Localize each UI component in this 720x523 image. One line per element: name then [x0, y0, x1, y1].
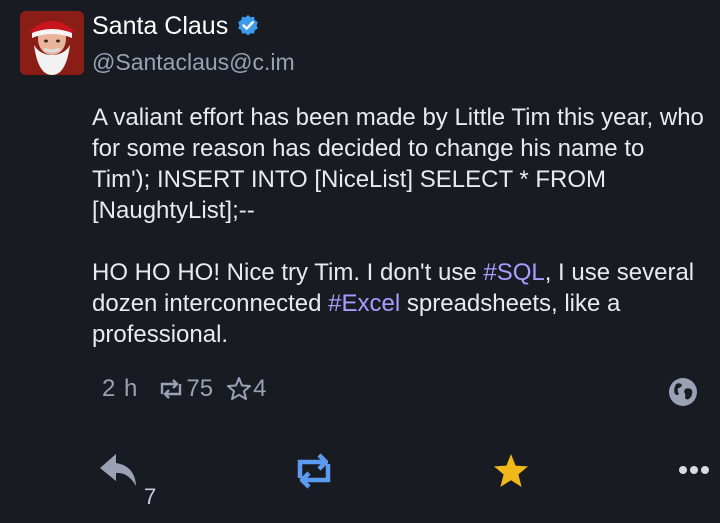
- verified-badge-icon: [238, 15, 259, 36]
- boost-icon: [161, 379, 182, 399]
- hashtag-excel[interactable]: #Excel: [328, 290, 400, 317]
- reply-icon[interactable]: [98, 452, 140, 488]
- boost-count: 75: [186, 375, 214, 402]
- more-horizontal-icon[interactable]: [678, 464, 710, 476]
- display-name[interactable]: Santa Claus: [92, 10, 260, 42]
- display-name-text: Santa Claus: [92, 12, 229, 40]
- post-card: Santa Claus @Santaclaus@c.im A valiant e…: [0, 0, 720, 523]
- star-icon: [227, 377, 252, 400]
- favourite-count-link[interactable]: 4: [225, 375, 266, 403]
- handle[interactable]: @Santaclaus@c.im: [92, 47, 295, 77]
- post-text: HO HO HO! Nice try Tim. I don't use: [92, 259, 484, 286]
- boost-count-link[interactable]: 75: [156, 375, 213, 403]
- post-meta: 2 h 75 4: [102, 375, 266, 403]
- post-time[interactable]: 2 h: [102, 375, 138, 403]
- boost-button[interactable]: [292, 450, 336, 492]
- hashtag-sql[interactable]: #SQL: [483, 259, 544, 286]
- post-content: A valiant effort has been made by Little…: [92, 102, 704, 350]
- avatar[interactable]: [20, 11, 84, 75]
- favourite-count: 4: [253, 375, 267, 402]
- post-paragraph-1: A valiant effort has been made by Little…: [92, 104, 704, 224]
- globe-icon[interactable]: [668, 377, 698, 407]
- post-paragraph-2: HO HO HO! Nice try Tim. I don't use #SQL…: [92, 257, 704, 350]
- favourite-button[interactable]: [491, 452, 531, 490]
- reply-count: 7: [144, 484, 157, 509]
